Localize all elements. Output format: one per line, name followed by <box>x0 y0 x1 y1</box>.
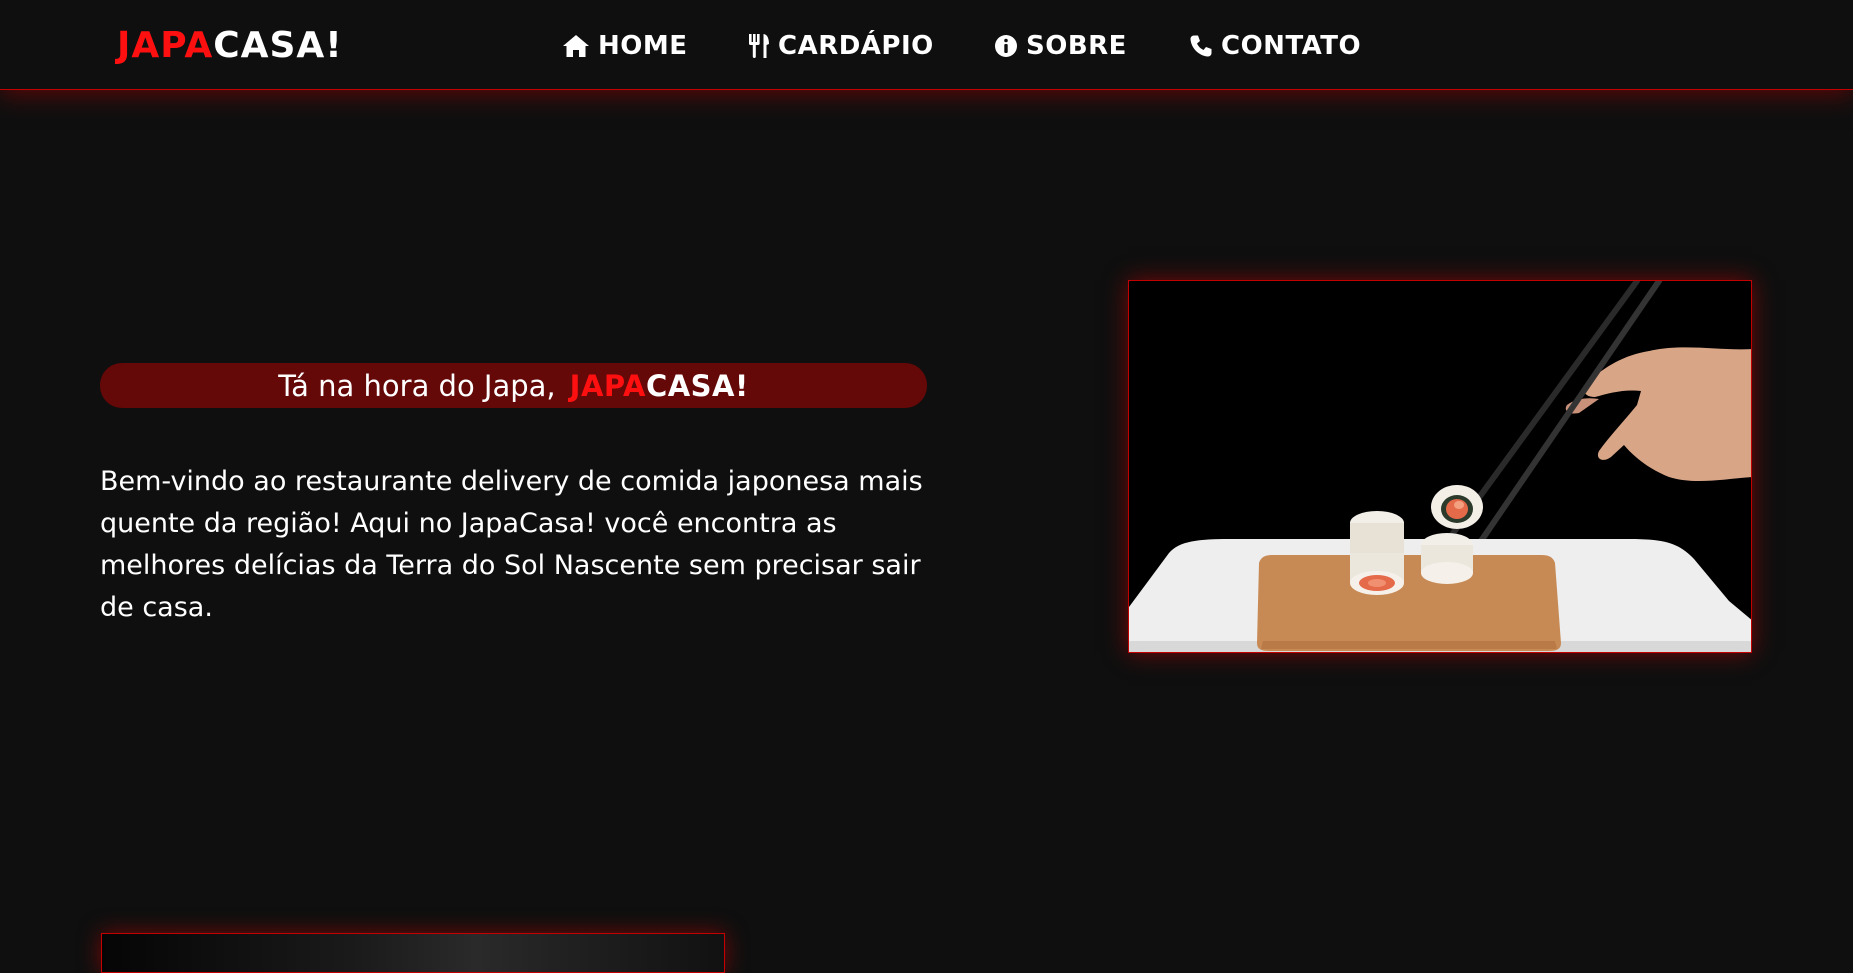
hero-sushi-image <box>1128 280 1752 653</box>
site-logo[interactable]: JAPACASA! <box>117 22 343 70</box>
nav-home-label: HOME <box>598 31 688 61</box>
hero-brand: JAPACASA! <box>570 369 749 403</box>
nav-cardapio-label: CARDÁPIO <box>778 31 934 61</box>
nav-cardapio[interactable]: CARDÁPIO <box>748 28 934 64</box>
hero-description: Bem-vindo ao restaurante delivery de com… <box>100 466 923 623</box>
hero-tagline: Tá na hora do Japa, <box>278 368 556 403</box>
navbar: JAPACASA! HOME CARDÁPIO SOBRE CONTATO <box>0 0 1853 90</box>
info-icon <box>995 35 1017 57</box>
home-icon <box>563 35 589 57</box>
nav-contato[interactable]: CONTATO <box>1189 28 1361 64</box>
nav-home[interactable]: HOME <box>562 28 688 64</box>
nav-sobre-label: SOBRE <box>1026 31 1127 61</box>
hero-brand-casa: CASA! <box>645 368 749 403</box>
hero-title-bar: Tá na hora do Japa, JAPACASA! <box>100 363 927 408</box>
nav-sobre[interactable]: SOBRE <box>994 28 1127 64</box>
phone-icon <box>1190 35 1212 57</box>
utensils-icon <box>749 34 769 58</box>
hero-brand-japa: JAPA <box>569 368 646 403</box>
logo-part-casa: CASA! <box>213 25 343 66</box>
secondary-image <box>101 933 725 973</box>
nav-contato-label: CONTATO <box>1221 31 1362 61</box>
logo-part-japa: JAPA <box>117 25 214 66</box>
